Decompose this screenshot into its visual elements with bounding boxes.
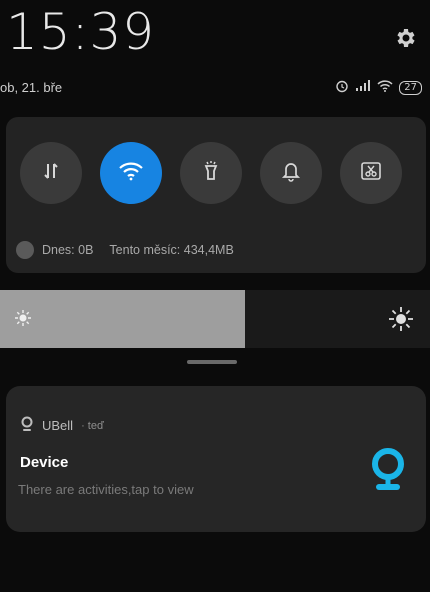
data-usage[interactable]: Dnes: 0B Tento měsíc: 434,4MB <box>16 241 234 259</box>
notification-body: There are activities,tap to view <box>18 482 194 497</box>
quick-settings-panel: Dnes: 0B Tento měsíc: 434,4MB <box>6 117 426 273</box>
data-usage-icon <box>16 241 34 259</box>
settings-gear-icon[interactable] <box>394 26 418 50</box>
brightness-slider[interactable] <box>0 290 430 348</box>
mobile-data-toggle[interactable] <box>20 142 82 204</box>
signal-icon <box>355 80 371 95</box>
status-icons: 27 <box>335 79 422 96</box>
wifi-status-icon <box>377 80 393 95</box>
notification-time: · teď <box>81 419 104 432</box>
scissors-icon <box>360 160 382 187</box>
panel-drag-handle[interactable] <box>187 360 237 364</box>
brightness-high-icon <box>387 305 415 338</box>
data-arrows-icon <box>40 160 62 187</box>
flashlight-icon <box>200 160 222 187</box>
bell-icon <box>280 160 302 187</box>
wifi-toggle[interactable] <box>100 142 162 204</box>
sound-toggle[interactable] <box>260 142 322 204</box>
flashlight-toggle[interactable] <box>180 142 242 204</box>
date-label: ob, 21. bře <box>0 80 63 95</box>
notification-card[interactable]: UBell · teď Device There are activities,… <box>6 386 426 532</box>
screenshot-toggle[interactable] <box>340 142 402 204</box>
data-today: Dnes: 0B <box>42 243 94 257</box>
brightness-fill <box>0 290 246 348</box>
brightness-low-icon <box>13 308 33 333</box>
alarm-icon <box>335 79 349 96</box>
clock-time: 15:39 <box>6 3 156 61</box>
wifi-icon <box>118 161 144 186</box>
ubell-logo-icon <box>368 446 408 492</box>
ubell-small-icon <box>20 416 34 435</box>
battery-icon: 27 <box>399 80 422 95</box>
notification-app-name: UBell <box>42 418 74 433</box>
data-month: Tento měsíc: 434,4MB <box>109 243 234 257</box>
notification-app-row: UBell · teď <box>20 416 104 435</box>
notification-title: Device <box>20 454 69 471</box>
quick-toggles <box>20 142 402 204</box>
